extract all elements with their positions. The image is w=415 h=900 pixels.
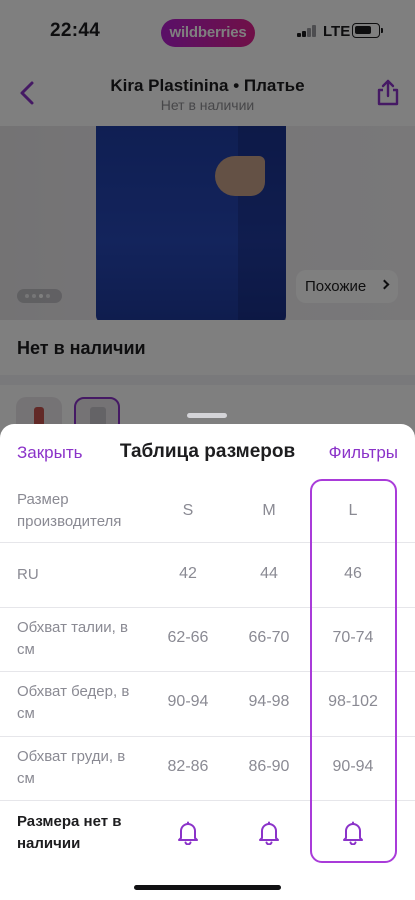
cell-value: 62-66 bbox=[167, 629, 209, 646]
cell-value: 42 bbox=[179, 565, 197, 582]
bell-icon bbox=[259, 821, 279, 846]
cell-value: 90-94 bbox=[167, 693, 209, 710]
size-header-m[interactable]: M bbox=[229, 502, 309, 520]
row-label: Обхват талии, в см bbox=[17, 619, 128, 658]
cell-value: 66-70 bbox=[248, 629, 290, 646]
size-header-s[interactable]: S bbox=[148, 502, 228, 520]
cell-value: 86-90 bbox=[248, 758, 290, 775]
home-indicator[interactable] bbox=[134, 885, 281, 890]
cell-value: 82-86 bbox=[167, 758, 209, 775]
bell-icon bbox=[178, 821, 198, 846]
filters-button[interactable]: Фильтры bbox=[329, 443, 398, 463]
size-table-sheet: Закрыть Таблица размеров Фильтры Размер … bbox=[0, 424, 415, 900]
row-label: Обхват бедер, в см bbox=[17, 683, 130, 722]
cell-value: 44 bbox=[260, 565, 278, 582]
row-label: Обхват груди, в см bbox=[17, 748, 126, 787]
notify-label: Размера нет в наличии bbox=[17, 813, 122, 852]
sheet-grabber[interactable] bbox=[187, 413, 227, 418]
cell-value: 94-98 bbox=[248, 693, 290, 710]
selected-size-column-highlight bbox=[310, 479, 397, 863]
size-header-label: Размер производителя bbox=[17, 491, 122, 530]
notify-s-button[interactable] bbox=[177, 821, 199, 846]
notify-m-button[interactable] bbox=[258, 821, 280, 846]
row-label: RU bbox=[17, 566, 39, 583]
